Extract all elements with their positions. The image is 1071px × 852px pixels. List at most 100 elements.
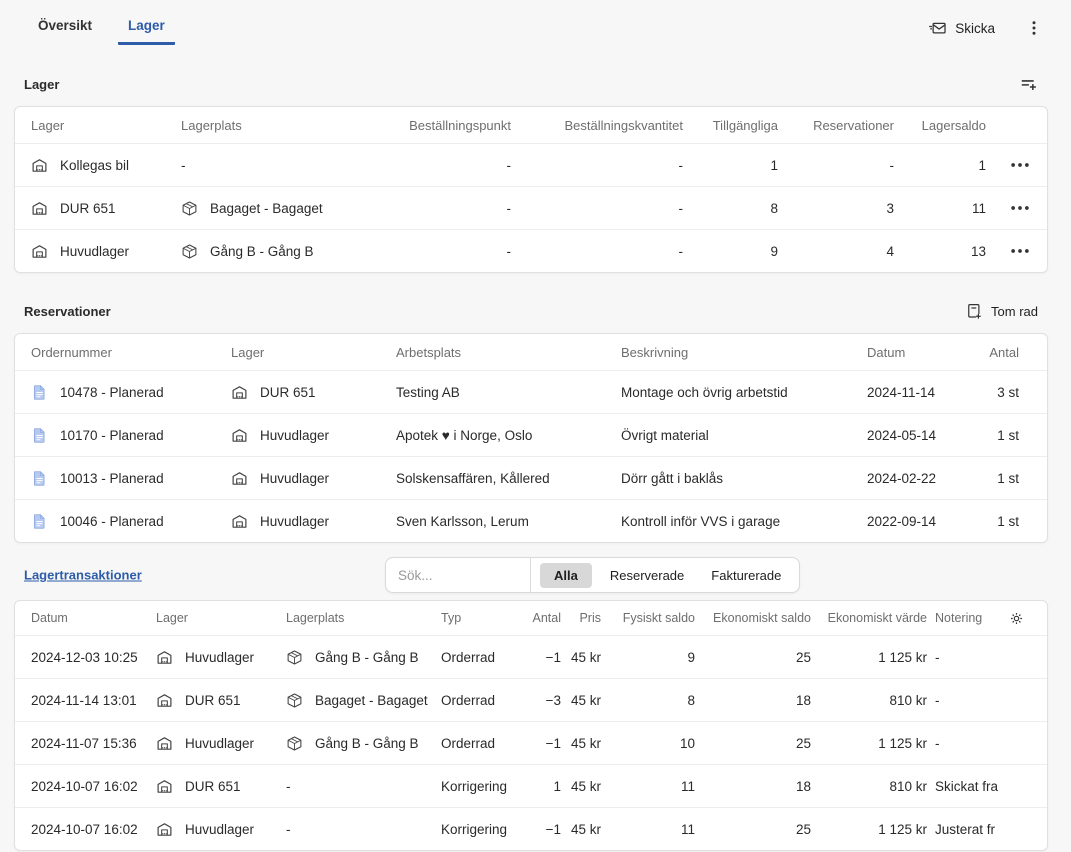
warehouse-icon <box>156 821 173 838</box>
datum-value: 2024-10-07 16:02 <box>31 822 156 837</box>
datum-value: 2024-11-14 13:01 <box>31 693 156 708</box>
warehouse-icon <box>31 200 48 217</box>
table-row[interactable]: 2024-10-07 16:02 Huvudlager - Korrigerin… <box>15 807 1047 850</box>
antal-value: −1 <box>521 650 561 665</box>
col-fysiskt-saldo: Fysiskt saldo <box>601 611 695 625</box>
antal-value: 1 st <box>966 471 1033 486</box>
col-lagerplats: Lagerplats <box>181 118 391 133</box>
pris-value: 45 kr <box>561 779 601 794</box>
top-bar: Översikt Lager Skicka <box>0 0 1071 56</box>
ekonomiskt-saldo-value: 25 <box>695 736 811 751</box>
filter-reserverade[interactable]: Reserverade <box>601 563 693 588</box>
lagerplats-value: Gång B - Gång B <box>315 650 419 665</box>
warehouse-icon <box>31 157 48 174</box>
tab-lager[interactable]: Lager <box>118 6 175 45</box>
notering-value: Justerat fr <box>927 808 999 851</box>
datum-value: 2024-10-07 16:02 <box>31 779 156 794</box>
table-row[interactable]: 2024-10-07 16:02 DUR 651 - Korrigering 1… <box>15 764 1047 807</box>
tillgangliga-value: 9 <box>683 244 778 259</box>
reservationer-value: 3 <box>778 201 894 216</box>
ordernummer-value: 10478 - Planerad <box>60 385 164 400</box>
notering-value: - <box>927 722 999 765</box>
col-lager: Lager <box>156 611 286 625</box>
lagerplats-value: - <box>181 158 391 173</box>
box-icon <box>286 735 303 752</box>
table-row[interactable]: 10170 - Planerad Huvudlager Apotek ♥ i N… <box>15 413 1047 456</box>
col-typ: Typ <box>441 611 521 625</box>
antal-value: 1 <box>521 779 561 794</box>
table-row[interactable]: 10046 - Planerad Huvudlager Sven Karlsso… <box>15 499 1047 542</box>
table-row[interactable]: 2024-12-03 10:25 Huvudlager Gång B - Gån… <box>15 635 1047 678</box>
notering-value: Skickat fra <box>927 765 999 808</box>
col-lager: Lager <box>31 118 181 133</box>
send-button[interactable]: Skicka <box>928 19 995 38</box>
lager-name: Kollegas bil <box>60 158 129 173</box>
datum-value: 2024-12-03 10:25 <box>31 650 156 665</box>
arbetsplats-value: Apotek ♥ i Norge, Oslo <box>396 428 621 443</box>
beskrivning-value: Dörr gått i baklås <box>621 471 861 486</box>
reservationer-table: Ordernummer Lager Arbetsplats Beskrivnin… <box>14 333 1048 543</box>
col-antal: Antal <box>966 345 1033 360</box>
warehouse-icon <box>231 513 248 530</box>
col-tillgangliga: Tillgängliga <box>683 118 778 133</box>
punkt-value: - <box>391 201 511 216</box>
ekonomiskt-varde-value: 810 kr <box>811 693 927 708</box>
arbetsplats-value: Sven Karlsson, Lerum <box>396 514 621 529</box>
col-bestallningspunkt: Beställningspunkt <box>391 118 511 133</box>
lager-table-header: Lager Lagerplats Beställningspunkt Bestä… <box>15 107 1047 143</box>
ekonomiskt-saldo-value: 25 <box>695 822 811 837</box>
col-ordernummer: Ordernummer <box>31 345 231 360</box>
lagerplats-value: - <box>286 822 441 837</box>
table-row[interactable]: 10478 - Planerad DUR 651 Testing AB Mont… <box>15 370 1047 413</box>
send-button-label: Skicka <box>955 21 995 36</box>
ekonomiskt-saldo-value: 18 <box>695 779 811 794</box>
saldo-value: 11 <box>894 201 986 216</box>
table-row[interactable]: 10013 - Planerad Huvudlager Solskensaffä… <box>15 456 1047 499</box>
lager-value: Huvudlager <box>185 822 254 837</box>
kvantitet-value: - <box>511 244 683 259</box>
col-bestallningskvantitet: Beställningskvantitet <box>511 118 683 133</box>
fysiskt-saldo-value: 11 <box>601 822 695 837</box>
warehouse-icon <box>156 649 173 666</box>
lagerplats-value: Gång B - Gång B <box>315 736 419 751</box>
row-menu-icon[interactable] <box>1009 200 1031 216</box>
tom-rad-button[interactable]: Tom rad <box>965 302 1038 320</box>
tillgangliga-value: 1 <box>683 158 778 173</box>
antal-value: 3 st <box>966 385 1033 400</box>
search-input[interactable] <box>386 558 531 592</box>
warehouse-icon <box>156 692 173 709</box>
kvantitet-value: - <box>511 158 683 173</box>
warehouse-icon <box>231 384 248 401</box>
filter-fakturerade[interactable]: Fakturerade <box>702 563 790 588</box>
row-menu-icon[interactable] <box>1009 157 1031 173</box>
ordernummer-value: 10013 - Planerad <box>60 471 164 486</box>
filter-segments: Alla Reserverade Fakturerade <box>531 558 799 592</box>
tab-oversikt[interactable]: Översikt <box>28 6 102 45</box>
table-row[interactable]: Huvudlager Gång B - Gång B - - 9 4 13 <box>15 229 1047 272</box>
lagerplats-value: Gång B - Gång B <box>210 244 314 259</box>
table-row[interactable]: DUR 651 Bagaget - Bagaget - - 8 3 11 <box>15 186 1047 229</box>
col-lagerplats: Lagerplats <box>286 611 441 625</box>
filter-alla[interactable]: Alla <box>540 563 592 588</box>
table-row[interactable]: Kollegas bil - - - 1 - 1 <box>15 143 1047 186</box>
datum-value: 2024-05-14 <box>861 428 966 443</box>
table-row[interactable]: 2024-11-07 15:36 Huvudlager Gång B - Gån… <box>15 721 1047 764</box>
notering-value: - <box>927 679 999 722</box>
saldo-value: 1 <box>894 158 986 173</box>
table-row[interactable]: 2024-11-14 13:01 DUR 651 Bagaget - Bagag… <box>15 678 1047 721</box>
add-row-icon[interactable] <box>1019 75 1038 94</box>
overflow-menu-icon[interactable] <box>1025 17 1043 39</box>
gear-icon[interactable] <box>1008 610 1025 627</box>
pris-value: 45 kr <box>561 693 601 708</box>
punkt-value: - <box>391 158 511 173</box>
col-antal: Antal <box>521 611 561 625</box>
antal-value: 1 st <box>966 514 1033 529</box>
document-icon <box>31 427 48 444</box>
tab-bar: Översikt Lager <box>28 6 175 45</box>
datum-value: 2024-11-14 <box>861 385 966 400</box>
saldo-value: 13 <box>894 244 986 259</box>
lagertransaktioner-link[interactable]: Lagertransaktioner <box>24 568 142 583</box>
reservationer-section-title: Reservationer <box>24 304 111 319</box>
row-menu-icon[interactable] <box>1009 243 1031 259</box>
ordernummer-value: 10046 - Planerad <box>60 514 164 529</box>
